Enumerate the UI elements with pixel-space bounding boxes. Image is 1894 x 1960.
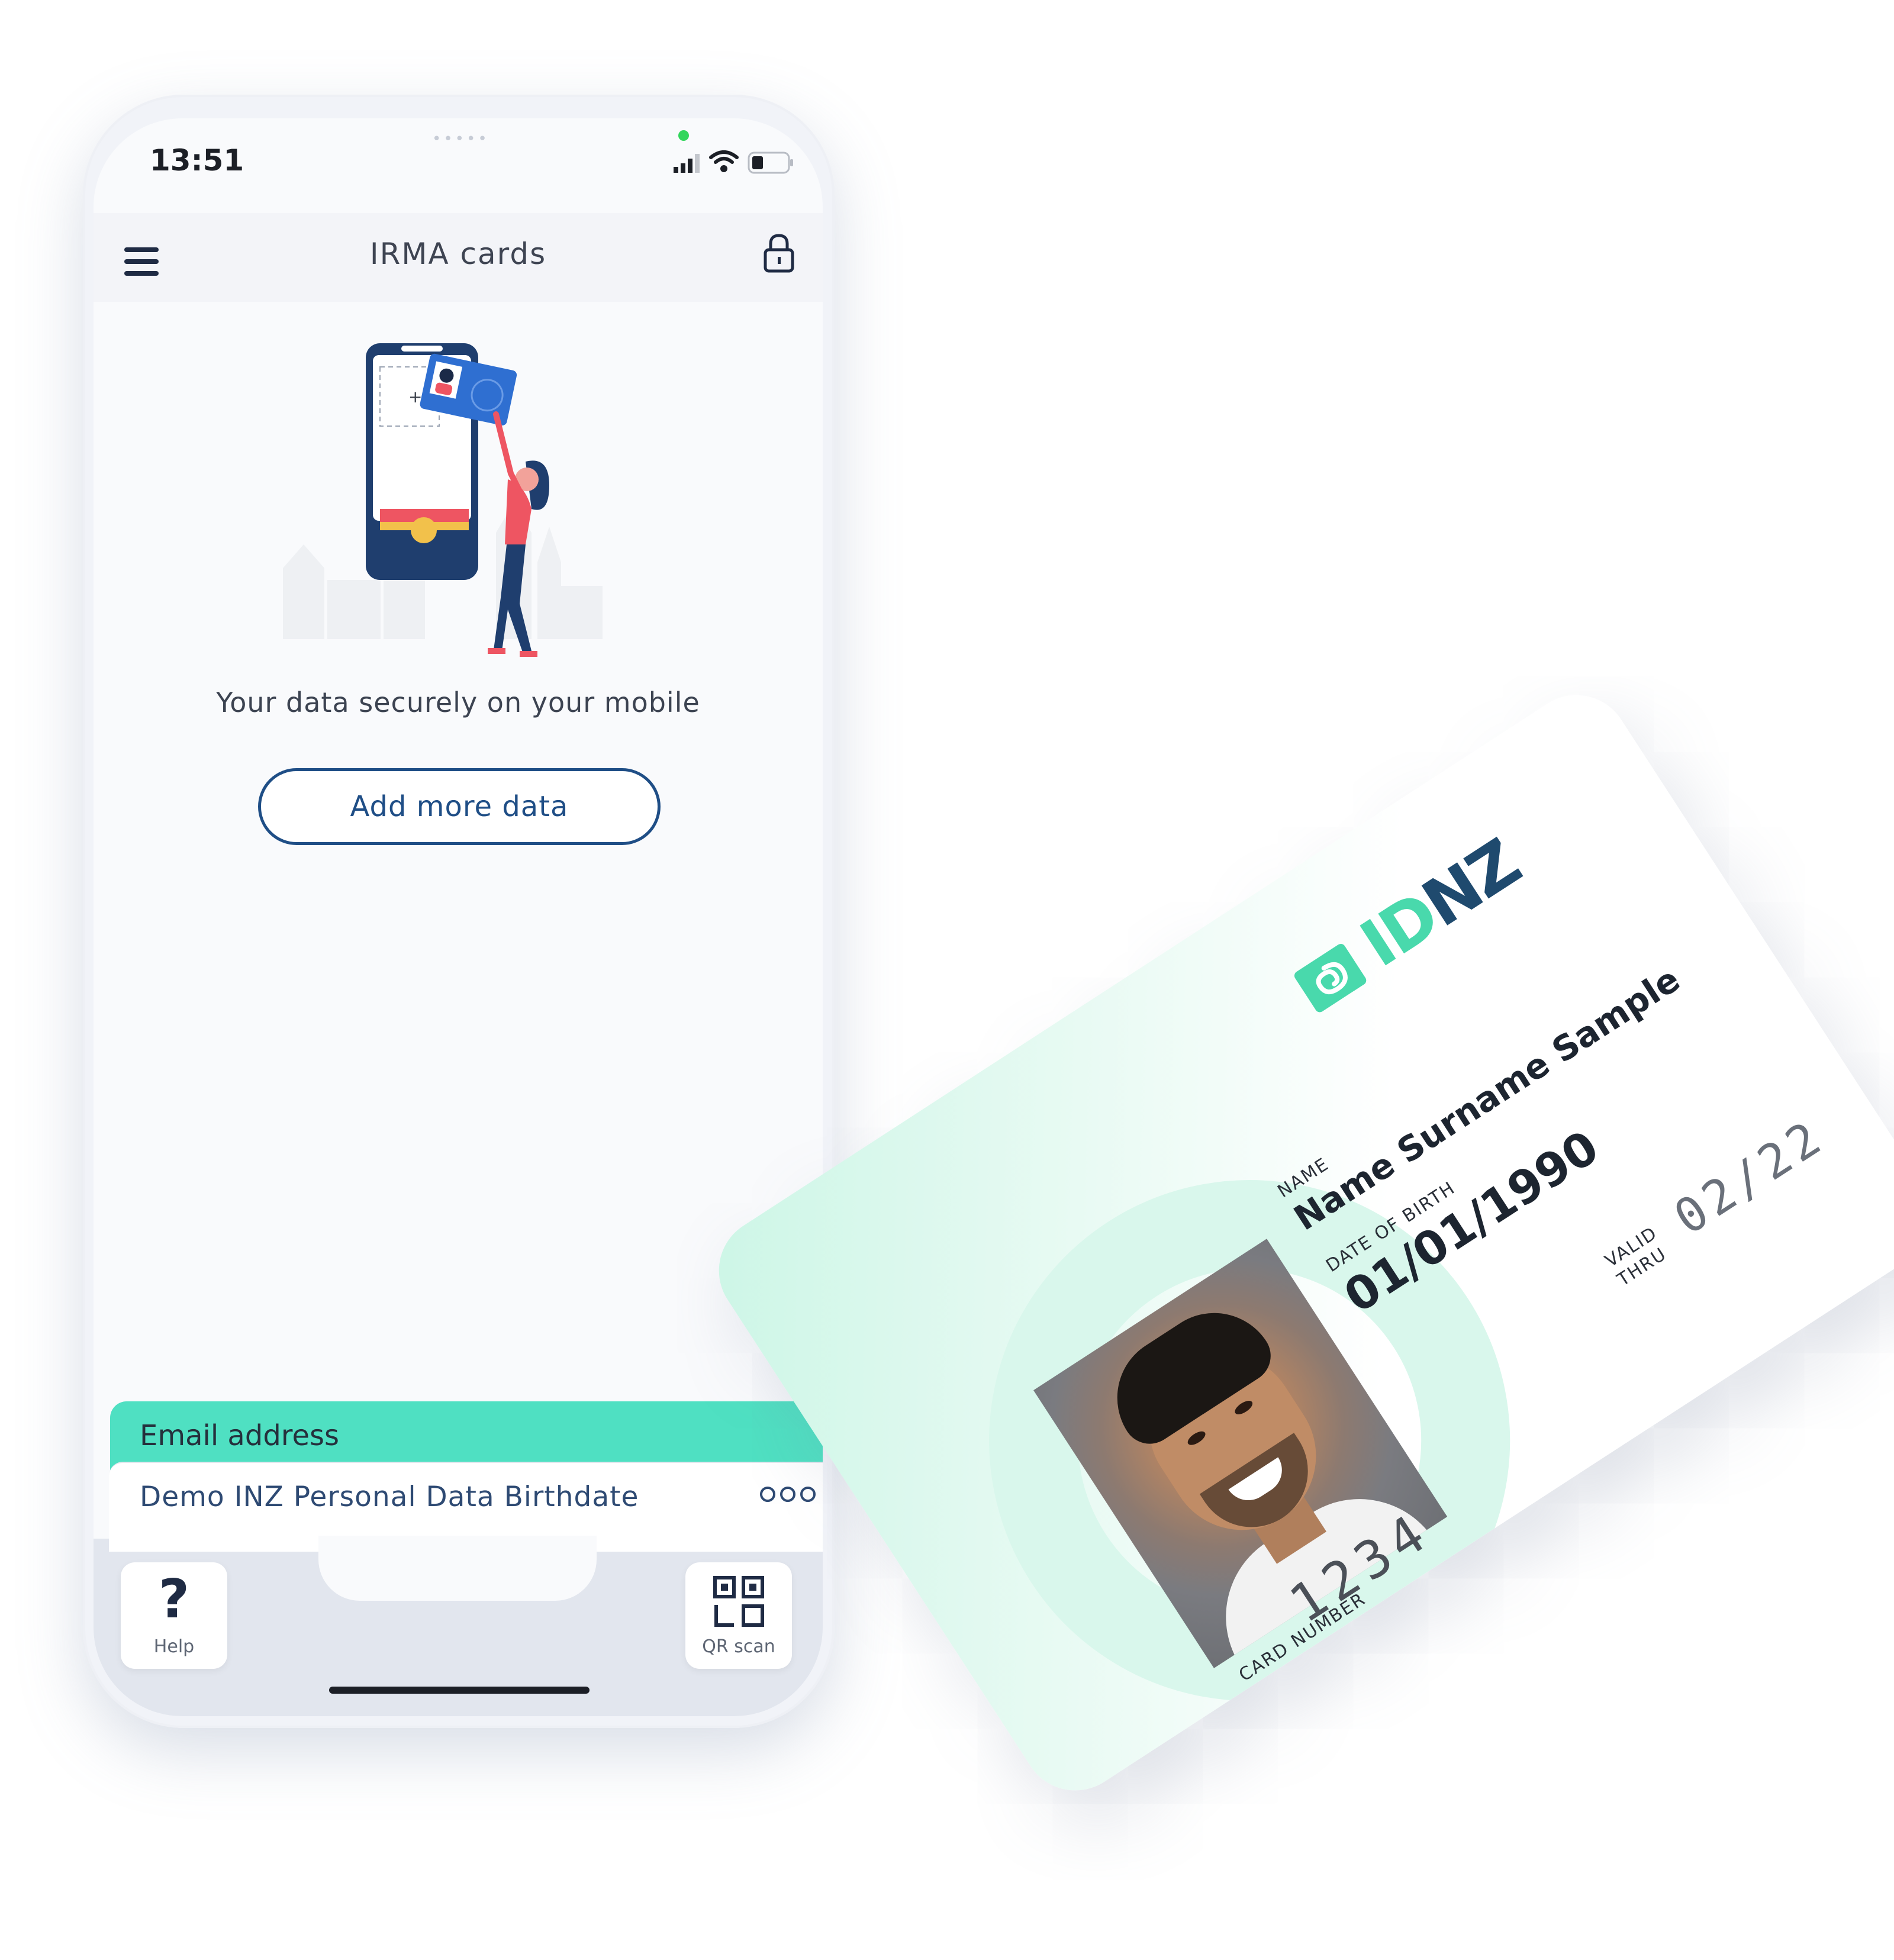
logo-text: IDNZ <box>1348 825 1532 982</box>
status-time: 13:51 <box>150 143 244 178</box>
add-more-data-button[interactable]: Add more data <box>258 768 661 845</box>
help-label: Help <box>153 1636 195 1657</box>
card-label: Email address <box>140 1419 340 1452</box>
question-icon: ? <box>158 1568 190 1630</box>
qr-scan-label: QR scan <box>702 1636 775 1657</box>
more-options-icon[interactable] <box>760 1487 816 1502</box>
card-label: Demo INZ Personal Data Birthdate <box>140 1481 639 1513</box>
qr-code-icon <box>713 1576 764 1627</box>
spiral-logo-icon <box>1294 943 1367 1013</box>
idnz-id-card: IDNZ NAME Name Surname Sample DATE OF BI… <box>698 675 1894 1811</box>
bottom-bar-cutout <box>318 1536 597 1601</box>
help-button[interactable]: ? Help <box>121 1562 227 1669</box>
qr-scan-button[interactable]: QR scan <box>685 1562 792 1669</box>
speaker-dots: ••••• <box>432 130 489 148</box>
signal-icon <box>674 154 700 173</box>
camera-indicator <box>678 130 689 141</box>
phone-card-illustration: + <box>283 343 603 657</box>
app-header: IRMA cards <box>94 213 823 302</box>
page-title: IRMA cards <box>369 237 547 271</box>
home-indicator <box>329 1687 590 1694</box>
phone-screen: 13:51 ••••• IRMA cards + Your data secur… <box>94 118 823 1716</box>
wifi-icon <box>709 150 739 172</box>
idnz-logo: IDNZ <box>1278 825 1532 1026</box>
tagline-text: Your data securely on your mobile <box>216 686 700 718</box>
battery-icon <box>748 151 793 174</box>
valid-thru-value: 02/22 <box>1664 1108 1834 1246</box>
lock-icon[interactable] <box>762 232 795 275</box>
